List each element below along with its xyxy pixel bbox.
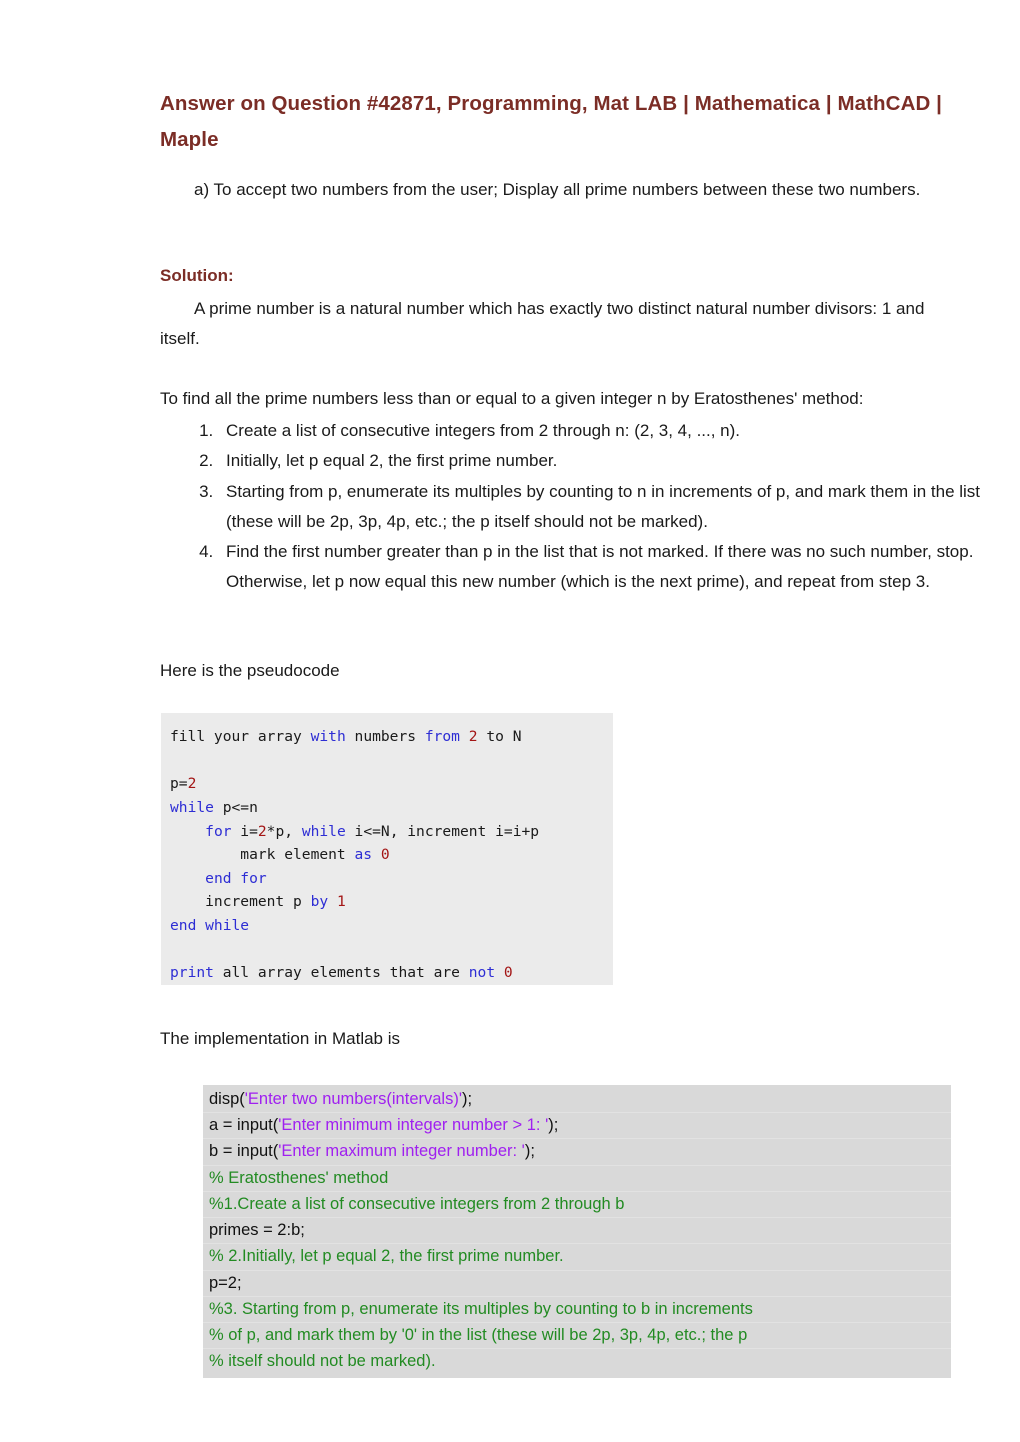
code-token: increment p <box>170 893 311 911</box>
code-token: to N <box>477 728 522 745</box>
matlab-code-line: p=2; <box>203 1271 951 1297</box>
list-item: Initially, let p equal 2, the first prim… <box>218 446 1018 476</box>
pseudocode-line <box>161 749 613 773</box>
code-token: end for <box>205 869 267 887</box>
code-token: with <box>310 728 346 745</box>
matlab-code-line: %3. Starting from p, enumerate its multi… <box>203 1297 951 1324</box>
matlab-code-line: disp('Enter two numbers(intervals)'); <box>203 1087 951 1114</box>
code-token: p=2; <box>209 1273 242 1292</box>
implementation-intro-paragraph: The implementation in Matlab is <box>160 1029 401 1048</box>
code-token: i<=N, increment i=i+p <box>345 822 540 840</box>
code-token: *p, <box>266 822 302 840</box>
pseudocode-line: fill your array with numbers from 2 to N <box>161 725 613 749</box>
matlab-code-line: % itself should not be marked). <box>203 1349 951 1374</box>
code-token: not <box>468 964 496 982</box>
pseudocode-line: for i=2*p, while i<=N, increment i=i+p <box>161 820 613 844</box>
code-token: b = input( <box>209 1142 279 1161</box>
pseudocode-line: end for <box>161 867 613 891</box>
pseudocode-line: p=2 <box>161 772 613 796</box>
list-item: Find the first number greater than p in … <box>218 537 1018 598</box>
matlab-code-line: % 2.Initially, let p equal 2, the first … <box>203 1244 951 1271</box>
matlab-code-line: % of p, and mark them by '0' in the list… <box>203 1323 951 1350</box>
method-intro-paragraph: To find all the prime numbers less than … <box>160 389 864 408</box>
code-token: 'Enter minimum integer number > 1: ' <box>278 1116 549 1135</box>
code-token: 2 <box>257 822 267 840</box>
code-token: p<=n <box>213 798 258 816</box>
code-token: 0 <box>503 964 513 982</box>
definition-paragraph: A prime number is a natural number which… <box>160 299 925 349</box>
pseudocode-line: mark element as 0 <box>161 843 613 867</box>
code-token: for <box>205 822 232 840</box>
matlab-code-line: primes = 2:b; <box>203 1218 951 1245</box>
pseudocode-line: end while <box>161 914 613 938</box>
pseudocode-line <box>161 938 613 962</box>
question-paragraph: a) To accept two numbers from the user; … <box>194 180 921 199</box>
code-token: 'Enter two numbers(intervals)' <box>244 1090 462 1108</box>
code-token: p= <box>170 775 188 793</box>
list-item: Create a list of consecutive integers fr… <box>218 416 1018 446</box>
matlab-code-line: % Eratosthenes' method <box>203 1166 951 1192</box>
document-page: Answer on Question #42871, Programming, … <box>0 0 1020 1442</box>
code-token: 'Enter maximum integer number: ' <box>278 1142 525 1161</box>
matlab-code-line: b = input('Enter maximum integer number:… <box>203 1139 951 1166</box>
code-token: fill your array <box>170 728 311 745</box>
pseudocode-line: print all array elements that are not 0 <box>161 961 613 985</box>
code-token: a = input( <box>209 1116 279 1135</box>
code-token: from <box>424 728 460 745</box>
solution-heading: Solution: <box>160 266 234 285</box>
code-token: numbers <box>345 728 425 745</box>
matlab-code-block: disp('Enter two numbers(intervals)'); a =… <box>203 1085 951 1378</box>
code-token: 0 <box>380 846 390 864</box>
code-token: as <box>354 846 373 864</box>
code-token: print <box>170 964 214 982</box>
pseudocode-block: fill your array with numbers from 2 to N… <box>161 713 613 985</box>
matlab-code-line: a = input('Enter minimum integer number … <box>203 1113 951 1140</box>
code-token: primes = 2:b; <box>209 1221 305 1240</box>
page-title: Answer on Question #42871, Programming, … <box>160 91 943 152</box>
matlab-code-line: %1.Create a list of consecutive integers… <box>203 1192 951 1219</box>
code-token: end while <box>170 917 250 935</box>
pseudocode-line: while p<=n <box>161 796 613 820</box>
code-token: by <box>310 893 329 911</box>
code-token: 2 <box>468 728 478 745</box>
code-token: while <box>170 798 214 816</box>
code-token: % itself should not be marked). <box>209 1352 436 1371</box>
code-token: % 2.Initially, let p equal 2, the first … <box>209 1247 564 1266</box>
code-token: disp( <box>209 1090 245 1108</box>
code-token: mark element <box>170 846 355 864</box>
eratosthenes-steps-list: Create a list of consecutive integers fr… <box>160 416 1018 598</box>
code-token: ); <box>548 1116 559 1135</box>
code-token: %3. Starting from p, enumerate its multi… <box>209 1299 753 1318</box>
code-token: all array elements that are <box>213 964 469 982</box>
list-item: Starting from p, enumerate its multiples… <box>218 477 1018 538</box>
code-token: i= <box>231 822 258 840</box>
code-token: 2 <box>187 775 197 793</box>
pseudocode-line: increment p by 1 <box>161 890 613 914</box>
code-token: % of p, and mark them by '0' in the list… <box>209 1326 748 1345</box>
code-token: while <box>301 822 346 840</box>
code-token: % Eratosthenes' method <box>209 1168 389 1187</box>
code-token: %1.Create a list of consecutive integers… <box>209 1194 625 1213</box>
code-token: ); <box>524 1142 535 1161</box>
pseudocode-intro-paragraph: Here is the pseudocode <box>160 661 340 680</box>
code-token: 1 <box>336 893 346 911</box>
code-token: ); <box>461 1090 473 1108</box>
